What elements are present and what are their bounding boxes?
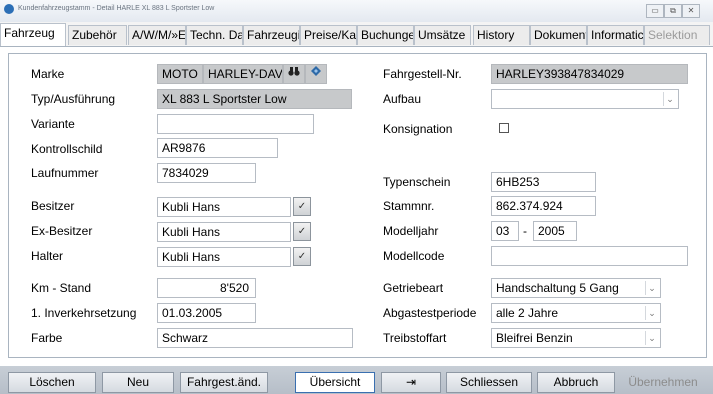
tab-history[interactable]: History: [473, 25, 530, 45]
app-icon: [4, 4, 14, 14]
overview-button[interactable]: Übersicht: [295, 372, 375, 393]
close-button[interactable]: ✕: [682, 4, 700, 18]
getriebeart-value: Handschaltung 5 Gang: [496, 281, 619, 295]
chevron-down-icon[interactable]: ⌄: [663, 92, 676, 106]
treibstoff-dropdown[interactable]: Bleifrei Benzin ⌄: [491, 328, 661, 348]
km-stand-label: Km - Stand: [31, 281, 92, 295]
modelljahr-month-field[interactable]: 03: [491, 221, 519, 241]
getriebeart-label: Getriebeart: [383, 281, 444, 295]
typ-field[interactable]: XL 883 L Sportster Low: [157, 89, 352, 109]
stammnr-label: Stammnr.: [383, 199, 435, 213]
typenschein-label: Typenschein: [383, 175, 451, 189]
besitzer-label: Besitzer: [31, 199, 75, 213]
new-button[interactable]: Neu: [102, 372, 174, 393]
chevron-down-icon[interactable]: ⌄: [645, 306, 658, 320]
tab-selektion: Selektion: [644, 25, 710, 45]
lookup-icon[interactable]: ✓: [293, 222, 311, 241]
tab-awm[interactable]: A/W/M/»E: [128, 25, 186, 45]
aufbau-dropdown[interactable]: ⌄: [491, 89, 679, 109]
marke-code-field[interactable]: MOTO: [157, 64, 203, 84]
change-chassis-button[interactable]: Fahrgest.änd.: [180, 372, 268, 393]
tab-umsaetze[interactable]: Umsätze: [414, 25, 471, 45]
pin-button[interactable]: ⇥: [381, 372, 441, 393]
konsignation-checkbox[interactable]: [499, 123, 509, 133]
km-stand-field[interactable]: 8'520: [157, 278, 256, 298]
fahrgestell-field[interactable]: HARLEY393847834029: [491, 64, 688, 84]
binoculars-icon[interactable]: [283, 64, 305, 84]
typenschein-field[interactable]: 6HB253: [491, 172, 596, 192]
chevron-down-icon[interactable]: ⌄: [645, 331, 658, 345]
tab-buchungen[interactable]: Buchunge: [357, 25, 414, 45]
close-window-button[interactable]: Schliessen: [446, 372, 532, 393]
getriebeart-dropdown[interactable]: Handschaltung 5 Gang ⌄: [491, 278, 661, 298]
inverkehrsetzung-label: 1. Inverkehrsetzung: [31, 306, 137, 320]
ex-besitzer-field[interactable]: Kubli Hans: [157, 222, 291, 242]
tab-informationen[interactable]: Informatic: [587, 25, 644, 45]
vehicle-detail-panel: Marke MOTO HARLEY-DAV Typ/Ausführung XL …: [8, 53, 707, 358]
delete-button[interactable]: Löschen: [8, 372, 96, 393]
tab-dokumente[interactable]: Dokument: [530, 25, 587, 45]
halter-label: Halter: [31, 249, 64, 263]
button-bar: Löschen Neu Fahrgest.änd. Übersicht ⇥ Sc…: [0, 366, 713, 394]
konsignation-label: Konsignation: [383, 122, 453, 136]
typ-label: Typ/Ausführung: [31, 92, 116, 106]
diamond-icon[interactable]: [305, 64, 327, 84]
variante-label: Variante: [31, 117, 75, 131]
farbe-label: Farbe: [31, 331, 63, 345]
tab-techn-daten[interactable]: Techn. Da: [186, 25, 243, 45]
tab-fahrzeugdaten[interactable]: Fahrzeugi: [243, 25, 300, 45]
tab-preise[interactable]: Preise/Ka: [300, 25, 357, 45]
abgastest-value: alle 2 Jahre: [496, 306, 559, 320]
chevron-down-icon[interactable]: ⌄: [645, 281, 658, 295]
modelljahr-label: Modelljahr: [383, 224, 439, 238]
fahrgestell-label: Fahrgestell-Nr.: [383, 67, 462, 81]
ex-besitzer-label: Ex-Besitzer: [31, 224, 93, 238]
marke-label: Marke: [31, 67, 65, 81]
treibstoff-value: Bleifrei Benzin: [496, 331, 573, 345]
modellcode-field[interactable]: [491, 246, 688, 266]
title-bar: Kundenfahrzeugstamm - Detail HARLE XL 88…: [0, 0, 713, 23]
window-title: Kundenfahrzeugstamm - Detail HARLE XL 88…: [18, 5, 215, 12]
kontrollschild-label: Kontrollschild: [31, 142, 103, 156]
marke-name-field[interactable]: HARLEY-DAV: [203, 64, 283, 84]
inverkehrsetzung-field[interactable]: 01.03.2005: [157, 303, 256, 323]
tab-zubehoer[interactable]: Zubehör: [68, 25, 127, 45]
modellcode-label: Modellcode: [383, 249, 445, 263]
abgastest-dropdown[interactable]: alle 2 Jahre ⌄: [491, 303, 661, 323]
besitzer-field[interactable]: Kubli Hans: [157, 197, 291, 217]
stammnr-field[interactable]: 862.374.924: [491, 196, 596, 216]
cancel-button[interactable]: Abbruch: [537, 372, 615, 393]
kontrollschild-field[interactable]: AR9876: [157, 138, 278, 158]
aufbau-label: Aufbau: [383, 92, 422, 106]
modelljahr-year-field[interactable]: 2005: [533, 221, 577, 241]
treibstoff-label: Treibstoffart: [383, 331, 447, 345]
tab-fahrzeug[interactable]: Fahrzeug: [0, 23, 66, 46]
apply-button: Übernehmen: [628, 375, 698, 389]
laufnummer-field[interactable]: 7834029: [157, 163, 256, 183]
lookup-icon[interactable]: ✓: [293, 247, 311, 266]
modelljahr-separator: -: [523, 224, 527, 238]
maximize-button[interactable]: ⧉: [664, 4, 682, 18]
lookup-icon[interactable]: ✓: [293, 197, 311, 216]
halter-field[interactable]: Kubli Hans: [157, 247, 291, 267]
variante-field[interactable]: [157, 114, 314, 134]
abgastest-label: Abgastestperiode: [383, 306, 477, 320]
farbe-field[interactable]: Schwarz: [157, 328, 353, 348]
tab-bar: Fahrzeug Zubehör A/W/M/»E Techn. Da Fahr…: [0, 22, 713, 47]
laufnummer-label: Laufnummer: [31, 166, 99, 180]
minimize-button[interactable]: ▭: [646, 4, 664, 18]
